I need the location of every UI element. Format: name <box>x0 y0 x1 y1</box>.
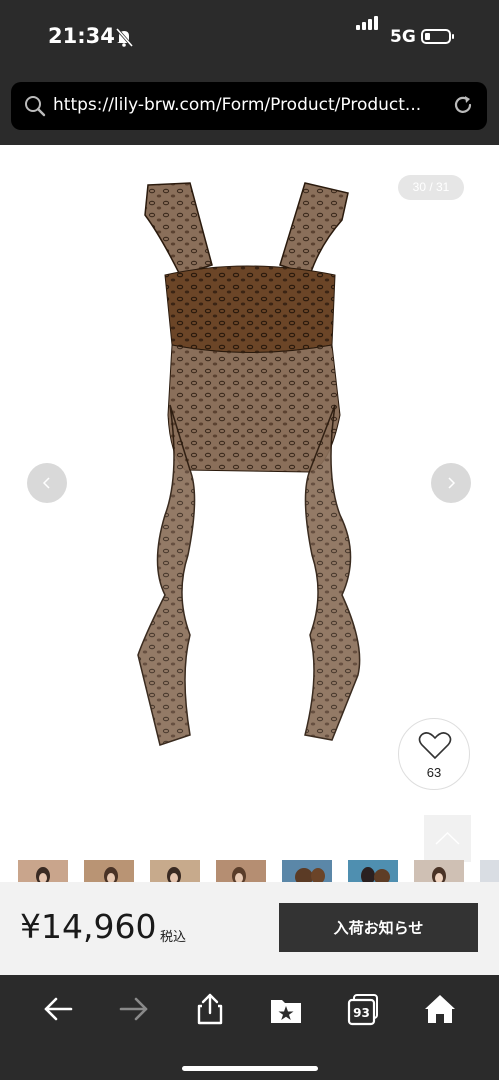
silent-bell-icon <box>115 28 134 47</box>
next-image-button[interactable] <box>431 463 471 503</box>
status-bar: 21:34 5G <box>0 0 499 72</box>
favorite-button[interactable]: 63 <box>398 718 470 790</box>
network-type: 5G <box>390 27 416 47</box>
heart-icon <box>418 732 452 760</box>
tax-label: 税込 <box>160 929 187 944</box>
thumbnail[interactable] <box>150 860 200 882</box>
thumbnail[interactable] <box>282 860 332 882</box>
product-gallery: 30 / 31 63 <box>0 145 499 882</box>
tabs-icon[interactable]: 93 <box>344 992 384 1026</box>
status-time: 21:34 <box>48 24 115 48</box>
bookmarks-icon[interactable] <box>266 992 306 1026</box>
reload-icon[interactable] <box>452 94 474 116</box>
chevron-up-icon <box>435 831 460 845</box>
thumbnail[interactable] <box>84 860 134 882</box>
address-bar[interactable]: https://lily-brw.com/Form/Product/Produc… <box>11 82 487 130</box>
search-icon <box>25 96 46 117</box>
thumbnail[interactable] <box>348 860 398 882</box>
tabs-count: 93 <box>353 1006 370 1020</box>
product-price: ¥14,960 <box>20 907 157 946</box>
prev-image-button[interactable] <box>27 463 67 503</box>
share-icon[interactable] <box>190 992 230 1026</box>
chevron-left-icon <box>42 477 50 489</box>
back-arrow-icon[interactable] <box>38 992 78 1026</box>
url-text[interactable]: https://lily-brw.com/Form/Product/Produc… <box>53 95 421 115</box>
battery-icon <box>421 29 454 44</box>
forward-arrow-icon[interactable] <box>114 992 154 1026</box>
thumbnail[interactable] <box>216 860 266 882</box>
scroll-top-button[interactable] <box>424 815 471 862</box>
home-icon[interactable] <box>420 992 460 1026</box>
chevron-right-icon <box>448 477 456 489</box>
home-indicator <box>182 1066 318 1071</box>
browser-toolbar: 93 <box>0 975 499 1080</box>
thumbnail[interactable] <box>18 860 68 882</box>
restock-notify-button[interactable]: 入荷お知らせ <box>279 903 478 952</box>
browser-address-area: https://lily-brw.com/Form/Product/Produc… <box>0 72 499 145</box>
product-image <box>137 182 361 746</box>
thumbnail[interactable] <box>480 860 499 882</box>
favorite-count: 63 <box>426 765 442 780</box>
thumbnail[interactable] <box>414 860 464 882</box>
image-counter: 30 / 31 <box>398 175 464 200</box>
purchase-bar: ¥14,960 税込 入荷お知らせ <box>0 882 499 975</box>
